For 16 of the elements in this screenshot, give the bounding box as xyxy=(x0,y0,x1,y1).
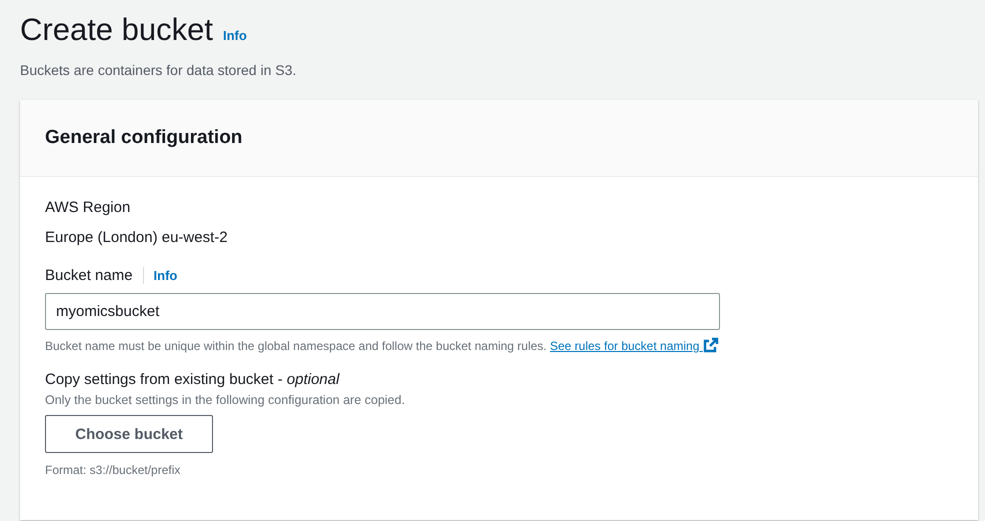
region-value: Europe (London) eu-west-2 xyxy=(45,229,229,246)
info-link[interactable]: Info xyxy=(154,268,178,283)
field-description: Only the bucket settings in the following configuration are copied. xyxy=(45,393,406,407)
panel-title: General configuration xyxy=(45,127,242,149)
bucket-name-field[interactable]: myomicsbucket xyxy=(45,293,720,330)
field-hint: Bucket name must be unique within the global namespace and follow the bucket naming rules. See rules for bucket naming xyxy=(45,337,953,353)
choose-bucket-button[interactable]: Choose bucket xyxy=(45,415,213,453)
page-title: Create bucket xyxy=(20,12,213,48)
format-hint: Format: s3://bucket/prefix xyxy=(45,463,182,477)
external-link-icon xyxy=(702,337,719,353)
field-label: Bucket name xyxy=(45,267,144,284)
field-label: AWS Region xyxy=(45,199,132,216)
naming-rules-link[interactable]: See rules for bucket naming xyxy=(550,339,719,353)
page-description: Buckets are containers for data stored in S3. xyxy=(20,62,298,78)
info-link[interactable]: Info xyxy=(223,28,247,43)
field-label: Copy settings from existing bucket - optional xyxy=(45,371,341,388)
